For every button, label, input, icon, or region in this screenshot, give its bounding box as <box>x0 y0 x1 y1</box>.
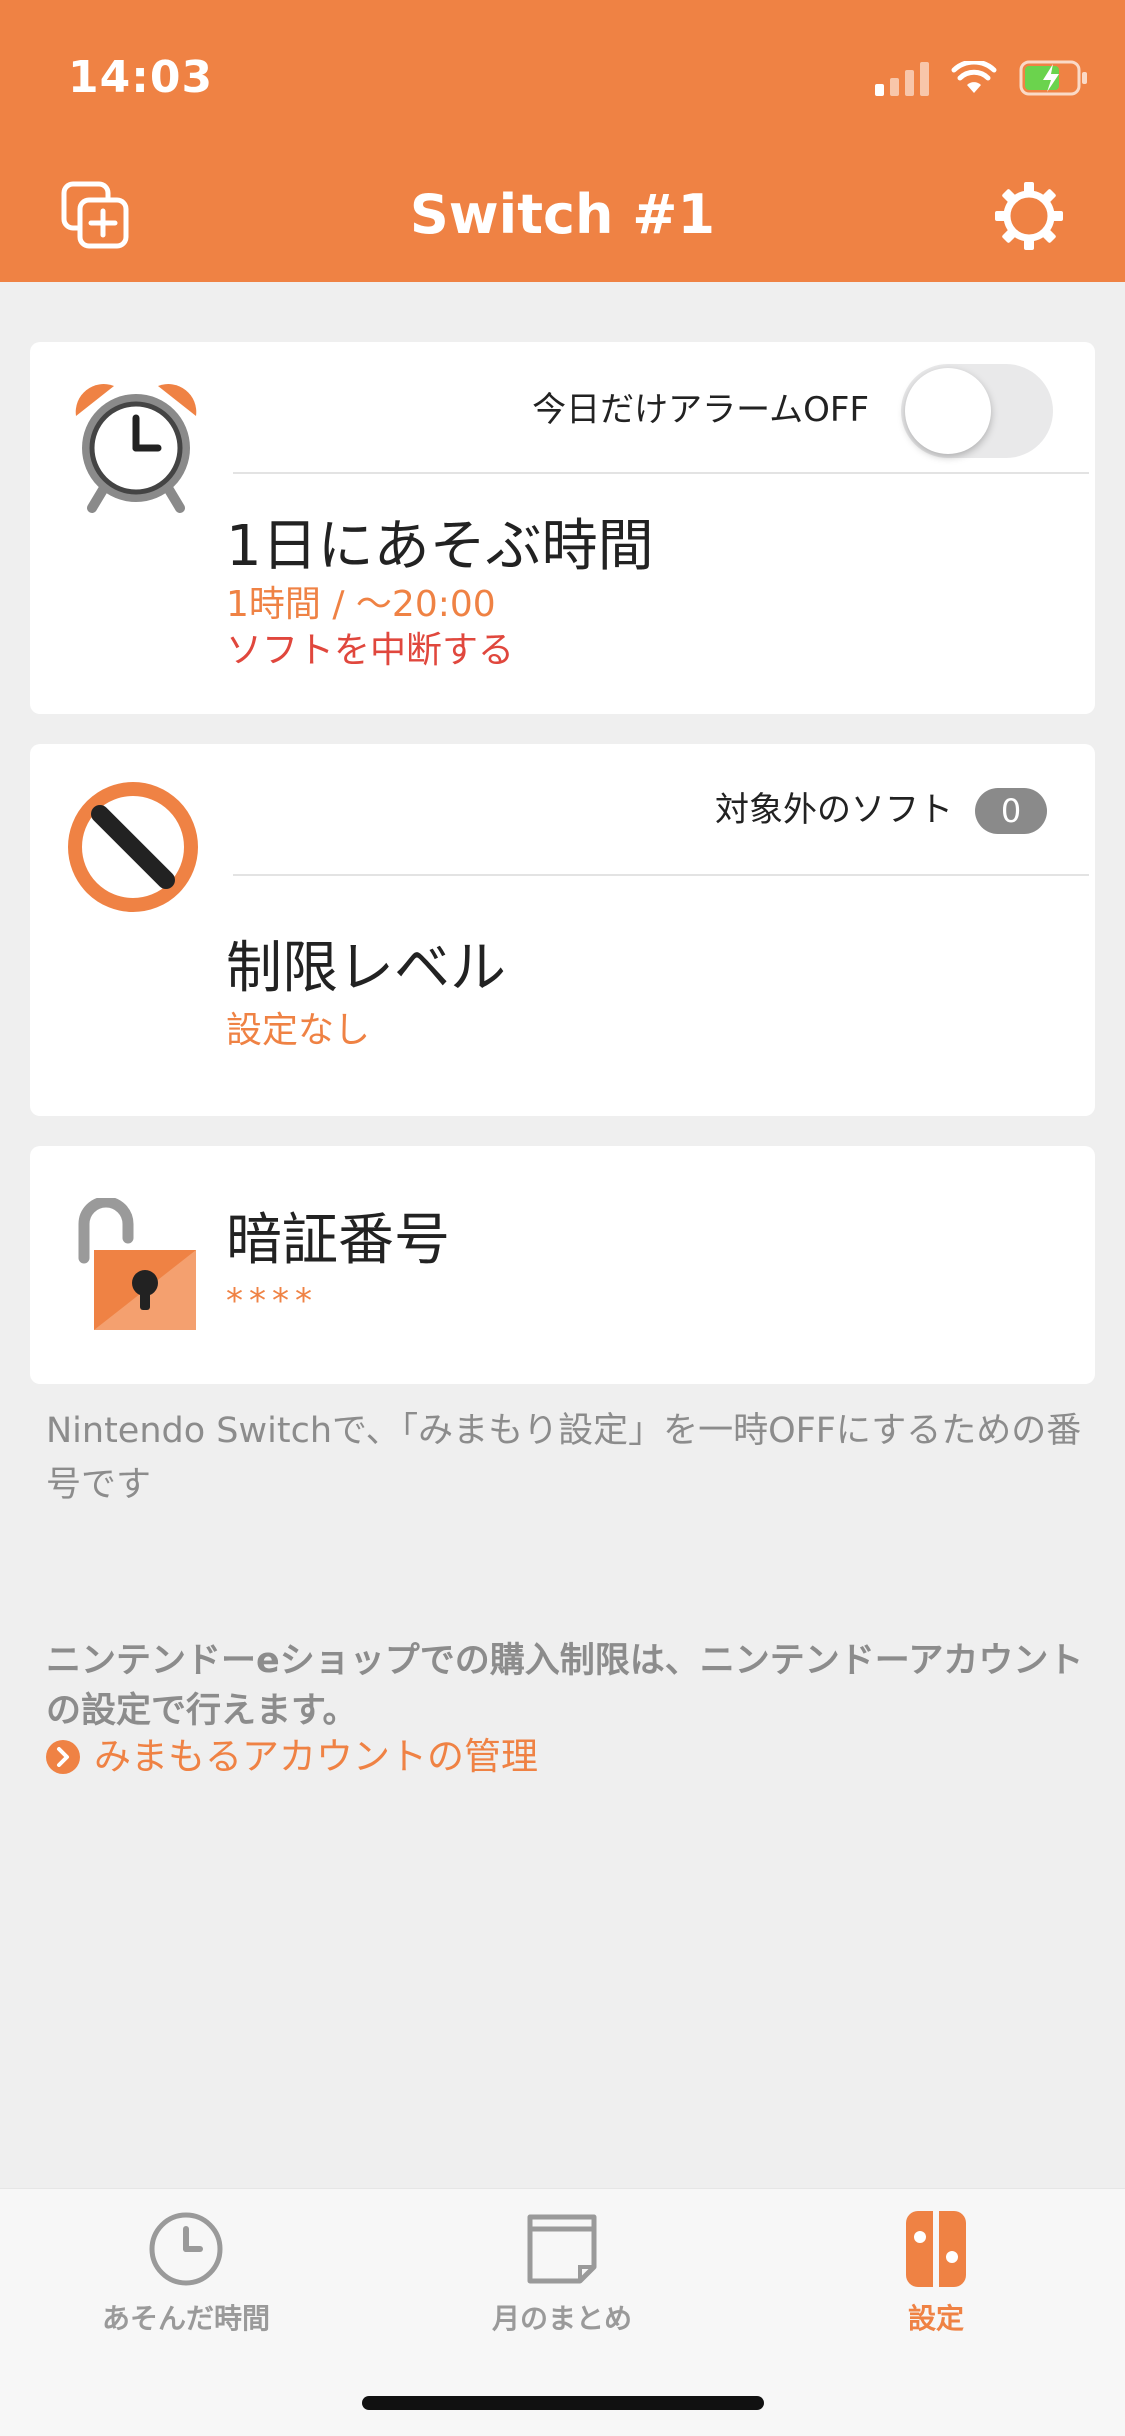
tab-label: あそんだ時間 <box>101 2302 270 2335</box>
switch-console-icon <box>906 2211 966 2287</box>
home-indicator <box>362 2396 764 2410</box>
pin-title: 暗証番号 <box>226 1208 450 1273</box>
unlocked-padlock-icon <box>78 1198 196 1330</box>
account-link-label: みまもるアカウントの管理 <box>94 1735 538 1778</box>
excluded-count-badge: 0 <box>975 788 1047 834</box>
tab-settings[interactable]: 設定 <box>796 2209 1076 2339</box>
status-time: 14:03 <box>68 52 214 103</box>
playtime-value: 1時間 / 〜20:00 <box>226 584 496 625</box>
alarm-off-label: 今日だけアラームOFF <box>532 390 869 430</box>
tab-label: 月のまとめ <box>491 2302 632 2335</box>
tab-monthly-summary[interactable]: 月のまとめ <box>422 2209 702 2339</box>
page-title: Switch #1 <box>409 183 716 246</box>
pin-value: **** <box>226 1281 318 1321</box>
clock-icon <box>149 2212 223 2286</box>
wifi-icon <box>951 61 997 93</box>
account-management-link[interactable]: みまもるアカウントの管理 <box>46 1732 538 1782</box>
tab-label: 設定 <box>907 2302 964 2335</box>
pin-note: Nintendo Switchで、「みまもり設定」を一時OFFにするための番号で… <box>46 1411 1082 1505</box>
pin-card[interactable]: 暗証番号 **** <box>30 1146 1095 1384</box>
app-screen: 14:03 Switch #1 今日だけアラームOFF 1日にあそぶ時間 1時間… <box>0 0 1125 2436</box>
settings-button[interactable] <box>993 180 1065 252</box>
eshop-note: ニンテンドーeショップでの購入制限は、ニンテンドーアカウントの設定で行えます。 <box>46 1641 1084 1731</box>
restriction-value: 設定なし <box>226 1010 371 1051</box>
signal-icon <box>875 60 929 96</box>
restriction-card[interactable]: 対象外のソフト 0 制限レベル 設定なし <box>30 744 1095 1116</box>
prohibited-icon <box>68 782 198 912</box>
excluded-software-label: 対象外のソフト <box>715 790 953 830</box>
calendar-icon <box>527 2214 597 2284</box>
alarm-clock-icon <box>75 384 197 513</box>
playtime-card[interactable]: 今日だけアラームOFF 1日にあそぶ時間 1時間 / 〜20:00 ソフトを中断… <box>30 342 1095 714</box>
toggle-knob <box>905 368 991 454</box>
status-icons <box>875 60 1089 96</box>
gear-icon <box>995 182 1063 250</box>
alarm-off-toggle[interactable] <box>901 364 1053 458</box>
playtime-title: 1日にあそぶ時間 <box>226 514 654 579</box>
chevron-right-icon <box>46 1740 80 1774</box>
divider <box>233 874 1089 876</box>
header: 14:03 Switch #1 <box>0 0 1125 282</box>
playtime-action: ソフトを中断する <box>226 630 515 671</box>
tab-play-time[interactable]: あそんだ時間 <box>46 2209 326 2339</box>
restriction-title: 制限レベル <box>226 936 506 1001</box>
divider <box>233 472 1089 474</box>
battery-icon <box>1019 60 1087 96</box>
